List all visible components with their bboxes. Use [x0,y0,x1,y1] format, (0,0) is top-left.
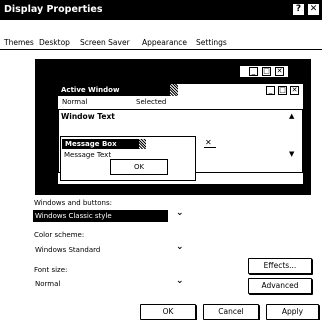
window-text: Window Text [61,112,115,121]
chevron-down-icon[interactable]: ⌄ [176,277,184,286]
title-bar: Display Properties ? ✕ [0,0,322,20]
window-title: Display Properties [4,4,103,15]
maximize-icon: □ [262,67,271,76]
close-icon: ✕ [290,86,299,95]
minimize-icon: _ [249,67,258,76]
scroll-down-icon: ▼ [289,150,295,158]
color-scheme-label: Color scheme: [34,231,85,239]
active-window-title: Active Window [58,84,175,96]
close-icon: ✕ [275,67,284,76]
font-size-label: Font size: [34,266,68,274]
ok-button[interactable]: OK [140,304,196,320]
title-gradient [170,84,178,96]
apply-button[interactable]: Apply [266,304,319,320]
advanced-button[interactable]: Advanced [248,278,312,294]
chevron-down-icon[interactable]: ⌄ [176,243,184,252]
close-icon: ✕ [205,138,212,147]
help-button[interactable]: ? [292,3,305,16]
cancel-button[interactable]: Cancel [203,304,259,320]
menu-normal: Normal [62,98,88,106]
message-text: Message Text [64,151,112,159]
close-button[interactable]: ✕ [307,3,320,16]
chevron-down-icon[interactable]: ⌄ [176,209,184,218]
tab-settings[interactable]: Settings [196,38,227,47]
tab-desktop[interactable]: Desktop [39,38,70,47]
message-box-title: Message Box [62,139,144,149]
msg-title-gradient [139,139,146,149]
color-scheme-select[interactable]: Windows Standard [33,244,168,256]
maximize-icon: □ [278,86,287,95]
tab-appearance[interactable]: Appearance [142,38,187,47]
effects-button[interactable]: Effects... [248,258,312,274]
minimize-icon: _ [266,86,275,95]
scroll-up-icon: ▲ [289,112,295,120]
preview-ok-button: OK [110,159,168,175]
tab-screen-saver[interactable]: Screen Saver [80,38,130,47]
menu-selected: Selected [136,98,167,106]
tab-themes[interactable]: Themes [4,38,34,47]
windows-and-buttons-select[interactable]: Windows Classic style [33,210,168,222]
font-size-select[interactable]: Normal [33,278,168,290]
close-underline [204,147,216,148]
inactive-window-controls: _ □ ✕ [240,66,288,77]
tab-divider [0,49,322,50]
windows-and-buttons-label: Windows and buttons: [34,199,112,207]
